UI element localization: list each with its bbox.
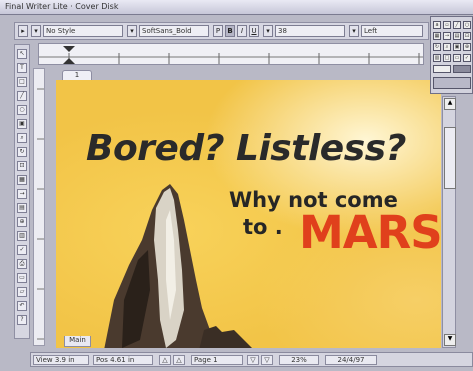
line-tool-icon[interactable]: ╱ bbox=[17, 91, 27, 101]
link-tool-icon[interactable]: ⊕ bbox=[17, 217, 27, 227]
palette-preview-icon bbox=[433, 77, 471, 89]
scroll-up-icon[interactable]: ▲ bbox=[444, 98, 456, 110]
palette-color-swatch-icon[interactable] bbox=[433, 65, 451, 73]
style-select[interactable]: No Style bbox=[43, 25, 123, 37]
plain-button[interactable]: P bbox=[213, 25, 223, 37]
help-tool-icon[interactable]: ? bbox=[17, 315, 27, 325]
palette-fill-icon[interactable]: ▦ bbox=[433, 32, 441, 40]
palette-pattern-swatch-icon[interactable] bbox=[453, 65, 471, 73]
tagline-line-2[interactable]: to . bbox=[243, 215, 283, 239]
palette-check-icon[interactable]: ✓ bbox=[463, 54, 471, 62]
view-value: View 3.9 in bbox=[36, 356, 75, 364]
page-field[interactable]: Page 1 bbox=[191, 355, 243, 365]
palette-frame-icon[interactable]: ▫ bbox=[443, 21, 451, 29]
menu-arrow-icon[interactable]: ▸ bbox=[18, 25, 28, 37]
section-tab-main[interactable]: Main bbox=[64, 336, 91, 347]
tool-strip: ↖ T □ ╱ ○ ▣ ⌕ ↻ ⊡ ▦ → ▤ ⊕ ▥ ✓ ⎙ ▭ ▱ ↶ ? bbox=[14, 44, 30, 339]
arrow-tool-icon[interactable]: → bbox=[17, 189, 27, 199]
grid-tool-icon[interactable]: ▤ bbox=[17, 203, 27, 213]
palette-text-icon[interactable]: a bbox=[433, 21, 441, 29]
scroll-down-icon[interactable]: ▼ bbox=[444, 334, 456, 346]
palette-box-icon[interactable]: □ bbox=[443, 54, 451, 62]
align-value: Left bbox=[364, 27, 378, 35]
style-value: No Style bbox=[46, 27, 76, 35]
underline-button[interactable]: U bbox=[249, 25, 259, 37]
window-title: Final Writer Lite · Cover Disk bbox=[5, 2, 119, 11]
align-select[interactable]: Left bbox=[361, 25, 423, 37]
vruler-ticks-graphic bbox=[37, 88, 44, 340]
font-value: SoftSans_Bold bbox=[142, 27, 192, 35]
date-value: 24/4/97 bbox=[337, 356, 365, 364]
zoom-value: 23% bbox=[291, 356, 307, 364]
crop-tool-icon[interactable]: ⊡ bbox=[17, 161, 27, 171]
vertical-ruler[interactable] bbox=[33, 68, 45, 346]
indent-marker-icon bbox=[63, 46, 75, 52]
zoom-tool-icon[interactable]: ⌕ bbox=[17, 133, 27, 143]
picture-tool-icon[interactable]: ▣ bbox=[17, 119, 27, 129]
format-toolbar: ▸ ▾ No Style ▾ SoftSans_Bold P B I U ▾ 3… bbox=[14, 22, 429, 40]
font-dropdown-icon[interactable]: ▾ bbox=[127, 25, 137, 37]
circle-tool-icon[interactable]: ○ bbox=[17, 105, 27, 115]
vertical-scrollbar[interactable]: ▲ ▼ bbox=[442, 96, 456, 348]
date-field: 24/4/97 bbox=[325, 355, 377, 365]
palette-grid-icon[interactable]: ▤ bbox=[453, 32, 461, 40]
position-value: Pos 4.61 in bbox=[96, 356, 135, 364]
window-title-bar[interactable]: Final Writer Lite · Cover Disk bbox=[0, 0, 473, 15]
text-tool-icon[interactable]: T bbox=[17, 63, 27, 73]
palette-line-icon[interactable]: ╱ bbox=[453, 21, 461, 29]
undo-tool-icon[interactable]: ↶ bbox=[17, 301, 27, 311]
palette-link-icon[interactable]: ⊕ bbox=[463, 43, 471, 51]
page-tab-label: 1 bbox=[74, 71, 80, 79]
pointer-tool-icon[interactable]: ↖ bbox=[17, 49, 27, 59]
print-tool-icon[interactable]: ⎙ bbox=[17, 259, 27, 269]
font-size-select[interactable]: 38 bbox=[275, 25, 345, 37]
horizontal-ruler[interactable] bbox=[38, 43, 424, 65]
palette-arrow-icon[interactable]: → bbox=[443, 32, 451, 40]
table-tool-icon[interactable]: ▥ bbox=[17, 231, 27, 241]
bold-label: B bbox=[227, 27, 233, 35]
page-value: Page 1 bbox=[194, 356, 218, 364]
palette-table-icon[interactable]: ▥ bbox=[433, 54, 441, 62]
style-dropdown-icon[interactable]: ▾ bbox=[31, 25, 41, 37]
font-select[interactable]: SoftSans_Bold bbox=[139, 25, 209, 37]
save-tool-icon[interactable]: ▭ bbox=[17, 273, 27, 283]
open-tool-icon[interactable]: ▱ bbox=[17, 287, 27, 297]
fill-tool-icon[interactable]: ▦ bbox=[17, 175, 27, 185]
size-dropdown-icon[interactable]: ▾ bbox=[263, 25, 273, 37]
italic-button[interactable]: I bbox=[237, 25, 247, 37]
palette-page-icon[interactable]: ▭ bbox=[453, 54, 461, 62]
spell-tool-icon[interactable]: ✓ bbox=[17, 245, 27, 255]
scroll-thumb[interactable] bbox=[444, 127, 456, 189]
box-tool-icon[interactable]: □ bbox=[17, 77, 27, 87]
section-tab-label: Main bbox=[69, 336, 86, 344]
underline-label: U bbox=[251, 27, 257, 35]
status-bar: View 3.9 in Pos 4.61 in △ △ Page 1 ▽ ▽ 2… bbox=[30, 352, 473, 367]
palette-crop-icon[interactable]: ⊡ bbox=[463, 32, 471, 40]
prev-page-icon[interactable]: △ bbox=[173, 355, 185, 365]
first-page-icon[interactable]: △ bbox=[159, 355, 171, 365]
view-field[interactable]: View 3.9 in bbox=[33, 355, 89, 365]
palette-rotate-icon[interactable]: ↻ bbox=[433, 43, 441, 51]
palette-shape-icon[interactable]: ○ bbox=[463, 21, 471, 29]
plain-label: P bbox=[215, 27, 221, 35]
headline-text[interactable]: Bored? Listless? bbox=[86, 128, 406, 169]
next-page-icon[interactable]: ▽ bbox=[247, 355, 259, 365]
tool-palette: a ▫ ╱ ○ ▦ → ▤ ⊡ ↻ ⌕ ▣ ⊕ ▥ □ ▭ ✓ bbox=[430, 16, 473, 94]
zoom-field[interactable]: 23% bbox=[279, 355, 319, 365]
rotate-tool-icon[interactable]: ↻ bbox=[17, 147, 27, 157]
palette-zoom-icon[interactable]: ⌕ bbox=[443, 43, 451, 51]
bold-button[interactable]: B bbox=[225, 25, 235, 37]
font-size-value: 38 bbox=[278, 27, 287, 35]
ruler-ticks-graphic bbox=[39, 46, 423, 64]
position-field[interactable]: Pos 4.61 in bbox=[93, 355, 153, 365]
document-page[interactable]: Bored? Listless? Why not come to . MARS bbox=[56, 80, 441, 348]
align-dropdown-icon[interactable]: ▾ bbox=[349, 25, 359, 37]
italic-label: I bbox=[240, 27, 244, 35]
palette-picture-icon[interactable]: ▣ bbox=[453, 43, 461, 51]
last-page-icon[interactable]: ▽ bbox=[261, 355, 273, 365]
mars-highlight-text[interactable]: MARS bbox=[299, 206, 441, 259]
